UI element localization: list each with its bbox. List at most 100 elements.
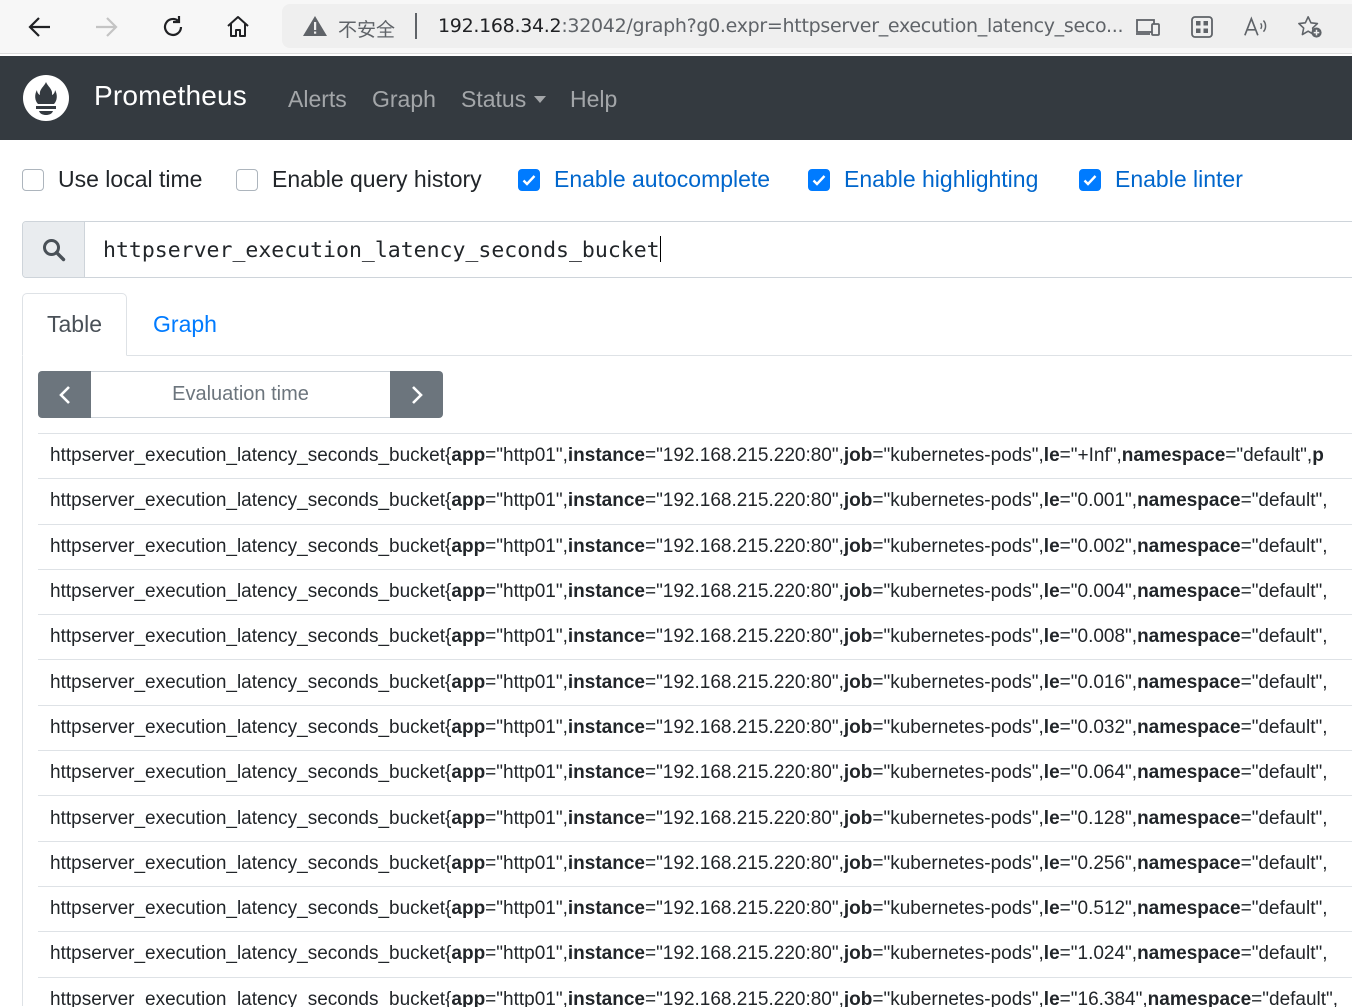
- checkmark-icon: [812, 174, 826, 186]
- label-value: ="default",: [1240, 716, 1328, 738]
- label-value: ="default",: [1240, 943, 1328, 965]
- label-key: app: [451, 671, 486, 693]
- previous-time-button[interactable]: [38, 371, 91, 418]
- label-value: ="http01",: [485, 716, 568, 738]
- label-value: ="http01",: [485, 671, 568, 693]
- label-value: ="kubernetes-pods",: [872, 898, 1044, 920]
- use-local-time-checkbox[interactable]: [22, 168, 44, 191]
- option-use-local-time[interactable]: Use local time: [22, 166, 202, 193]
- browser-toolbar: 不安全 192.168.34.2:32042/graph?g0.expr=htt…: [0, 0, 1352, 54]
- apps-grid-icon[interactable]: [1189, 15, 1215, 39]
- address-bar[interactable]: 不安全 192.168.34.2:32042/graph?g0.expr=htt…: [282, 4, 1352, 48]
- enable-autocomplete-checkbox[interactable]: [518, 168, 540, 191]
- metric-name: httpserver_execution_latency_seconds_buc…: [50, 762, 446, 784]
- search-icon: [23, 222, 85, 277]
- label-key: job: [843, 762, 873, 784]
- label-key: app: [451, 490, 486, 512]
- label-key: namespace: [1137, 807, 1241, 829]
- forward-arrow-icon[interactable]: [88, 9, 124, 45]
- next-time-button[interactable]: [390, 371, 443, 418]
- option-enable-highlighting[interactable]: Enable highlighting: [808, 166, 1038, 193]
- enable-highlighting-checkbox[interactable]: [808, 168, 830, 191]
- tab-table[interactable]: Table: [22, 293, 127, 356]
- option-enable-query-history[interactable]: Enable query history: [236, 166, 482, 193]
- label-value: ="kubernetes-pods",: [872, 943, 1044, 965]
- caret-down-icon: [534, 96, 547, 103]
- add-favorite-icon[interactable]: [1297, 15, 1323, 39]
- label-key: p: [1312, 445, 1324, 467]
- label-key: instance: [567, 671, 645, 693]
- label-key: job: [843, 716, 873, 738]
- label-key: app: [451, 988, 486, 1007]
- label-value: ="http01",: [485, 445, 568, 467]
- label-value: ="192.168.215.220:80",: [644, 988, 844, 1007]
- chevron-right-icon: [411, 385, 423, 404]
- label-value: ="192.168.215.220:80",: [644, 943, 844, 965]
- label-key: app: [451, 807, 486, 829]
- option-enable-linter[interactable]: Enable linter: [1079, 166, 1243, 193]
- nav-status[interactable]: Status: [461, 86, 547, 113]
- label-key: le: [1043, 581, 1060, 603]
- label-value: ="http01",: [485, 626, 568, 648]
- tab-graph[interactable]: Graph: [127, 293, 243, 356]
- label-value: ="default",: [1240, 898, 1328, 920]
- brand-title[interactable]: Prometheus: [94, 80, 247, 112]
- label-value: ="192.168.215.220:80",: [644, 716, 844, 738]
- url-text[interactable]: 192.168.34.2:32042/graph?g0.expr=httpser…: [438, 15, 1124, 37]
- option-label: Enable highlighting: [844, 166, 1039, 192]
- label-key: instance: [567, 445, 645, 467]
- app-available-icon[interactable]: [1135, 15, 1161, 39]
- expression-input[interactable]: httpserver_execution_latency_seconds_buc…: [103, 236, 662, 263]
- label-value: ="kubernetes-pods",: [872, 988, 1044, 1007]
- label-value: ="kubernetes-pods",: [872, 852, 1044, 874]
- warning-icon[interactable]: [302, 14, 328, 42]
- url-path: :32042/graph?g0.expr=httpserver_executio…: [561, 15, 1124, 37]
- nav-alerts[interactable]: Alerts: [288, 86, 347, 113]
- label-value: ="16.384",: [1059, 988, 1148, 1007]
- label-key: app: [451, 716, 486, 738]
- evaluation-time-input[interactable]: Evaluation time: [91, 371, 390, 418]
- label-key: le: [1043, 762, 1060, 784]
- label-key: instance: [567, 716, 645, 738]
- label-value: ="192.168.215.220:80",: [644, 626, 844, 648]
- enable-linter-checkbox[interactable]: [1079, 168, 1101, 191]
- nav-help[interactable]: Help: [570, 86, 617, 113]
- option-enable-autocomplete[interactable]: Enable autocomplete: [518, 166, 770, 193]
- label-value: ="0.256",: [1059, 852, 1138, 874]
- label-value: ="192.168.215.220:80",: [644, 852, 844, 874]
- option-label: Enable autocomplete: [554, 166, 771, 192]
- back-arrow-icon[interactable]: [22, 9, 58, 45]
- label-key: namespace: [1137, 852, 1241, 874]
- table-row: httpserver_execution_latency_seconds_buc…: [38, 570, 1352, 616]
- label-value: ="default",: [1240, 581, 1328, 603]
- prometheus-logo-icon[interactable]: [22, 74, 70, 122]
- label-key: namespace: [1137, 943, 1241, 965]
- label-key: instance: [567, 898, 645, 920]
- label-key: job: [843, 535, 873, 557]
- label-value: ="0.016",: [1059, 671, 1138, 693]
- label-value: ="kubernetes-pods",: [872, 716, 1044, 738]
- label-key: app: [451, 445, 486, 467]
- label-value: ="0.512",: [1059, 898, 1138, 920]
- label-value: ="http01",: [485, 943, 568, 965]
- label-value: ="192.168.215.220:80",: [644, 445, 844, 467]
- home-icon[interactable]: [220, 9, 256, 45]
- enable-query-history-checkbox[interactable]: [236, 168, 258, 191]
- metric-name: httpserver_execution_latency_seconds_buc…: [50, 490, 446, 512]
- label-key: instance: [567, 852, 645, 874]
- read-aloud-icon[interactable]: [1243, 15, 1269, 39]
- label-value: ="http01",: [485, 762, 568, 784]
- address-divider: [415, 13, 417, 39]
- results-table: httpserver_execution_latency_seconds_buc…: [38, 433, 1352, 1007]
- table-row: httpserver_execution_latency_seconds_buc…: [38, 842, 1352, 887]
- label-value: ="192.168.215.220:80",: [644, 671, 844, 693]
- label-value: ="default",: [1240, 807, 1328, 829]
- label-key: namespace: [1137, 762, 1241, 784]
- table-row: httpserver_execution_latency_seconds_buc…: [38, 479, 1352, 525]
- label-key: namespace: [1137, 581, 1241, 603]
- table-row: httpserver_execution_latency_seconds_buc…: [38, 525, 1352, 570]
- label-key: le: [1043, 898, 1060, 920]
- nav-graph[interactable]: Graph: [372, 86, 436, 113]
- metric-name: httpserver_execution_latency_seconds_buc…: [50, 852, 446, 874]
- reload-icon[interactable]: [155, 9, 191, 45]
